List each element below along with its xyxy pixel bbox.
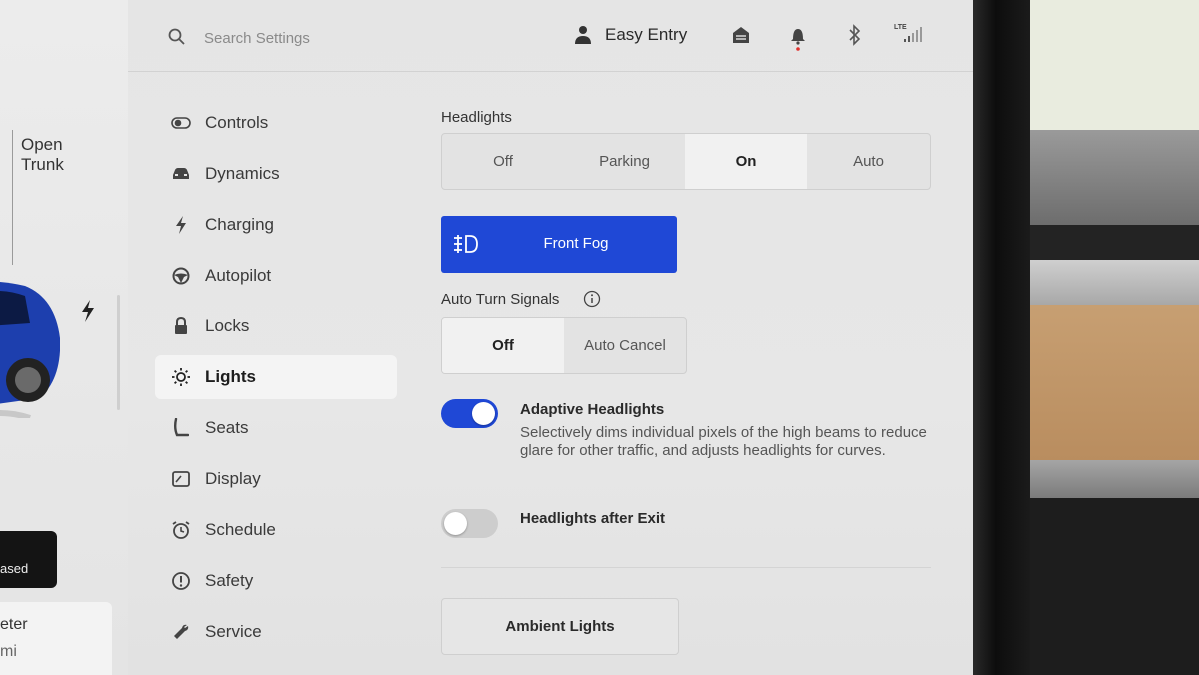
headlights-option-auto[interactable]: Auto bbox=[807, 134, 930, 189]
headlights-after-exit-toggle[interactable] bbox=[441, 509, 498, 538]
search-icon[interactable] bbox=[168, 28, 186, 46]
wrench-icon bbox=[168, 623, 194, 641]
release-button[interactable]: ased bbox=[0, 531, 57, 588]
headlights-option-off[interactable]: Off bbox=[442, 134, 564, 189]
sidebar-item-dynamics[interactable]: Dynamics bbox=[155, 152, 397, 196]
bluetooth-icon[interactable] bbox=[848, 24, 862, 46]
odometer-unit: mi bbox=[0, 643, 17, 660]
background-dashboard-vent bbox=[1030, 260, 1199, 305]
sidebar-item-safety[interactable]: Safety bbox=[155, 559, 397, 603]
sidebar-item-label: Safety bbox=[205, 571, 254, 590]
sidebar-item-display[interactable]: Display bbox=[155, 457, 397, 501]
lte-label: LTE bbox=[894, 24, 907, 31]
screen-bezel bbox=[973, 0, 1030, 675]
toggle-icon bbox=[168, 117, 194, 129]
car-panel-scrollbar[interactable] bbox=[117, 295, 120, 410]
background-wood-trim bbox=[1030, 305, 1199, 460]
background-window bbox=[1030, 0, 1199, 130]
sidebar-item-seats[interactable]: Seats bbox=[155, 406, 397, 450]
sidebar-item-service[interactable]: Service bbox=[155, 610, 397, 654]
seat-icon bbox=[168, 418, 194, 438]
background-dashboard-trim bbox=[1030, 130, 1199, 225]
driver-profile-name[interactable]: Easy Entry bbox=[605, 25, 687, 45]
charge-port-bolt-icon[interactable] bbox=[80, 300, 96, 322]
odometer-card[interactable]: eter mi bbox=[0, 602, 112, 675]
open-trunk-button[interactable]: Open Trunk bbox=[21, 135, 64, 175]
open-trunk-label-line2: Trunk bbox=[21, 155, 64, 174]
lte-signal-icon: LTE bbox=[894, 24, 922, 42]
headlights-option-parking[interactable]: Parking bbox=[564, 134, 685, 189]
alert-circle-icon bbox=[168, 571, 194, 591]
turn-signals-option-auto-cancel[interactable]: Auto Cancel bbox=[564, 318, 686, 373]
sidebar-item-schedule[interactable]: Schedule bbox=[155, 508, 397, 552]
sidebar-item-label: Display bbox=[205, 469, 261, 488]
settings-top-bar: Easy Entry LTE bbox=[128, 0, 973, 72]
release-label: ased bbox=[0, 561, 29, 576]
sidebar-item-label: Locks bbox=[205, 316, 250, 335]
background-dashboard-gap bbox=[1030, 225, 1199, 260]
ambient-lights-button[interactable]: Ambient Lights bbox=[441, 598, 679, 655]
odometer-label: eter bbox=[0, 616, 28, 633]
sidebar-item-lights[interactable]: Lights bbox=[155, 355, 397, 399]
headlights-label: Headlights bbox=[441, 109, 512, 126]
front-fog-label: Front Fog bbox=[543, 235, 609, 252]
toggle-knob bbox=[472, 402, 495, 425]
search-input[interactable] bbox=[204, 25, 464, 51]
open-trunk-label-line1: Open bbox=[21, 135, 63, 154]
sidebar-item-label: Charging bbox=[205, 215, 274, 234]
auto-turn-signals-segmented-control: Off Auto Cancel bbox=[441, 317, 687, 374]
car-icon bbox=[168, 167, 194, 181]
car-image bbox=[0, 282, 60, 418]
car-status-panel: Open Trunk ased eter mi bbox=[0, 0, 128, 675]
background-dashboard-base bbox=[1030, 498, 1199, 675]
background-dashboard-trim-lower bbox=[1030, 460, 1199, 498]
sidebar-item-locks[interactable]: Locks bbox=[155, 304, 397, 348]
sidebar-item-label: Lights bbox=[205, 367, 256, 386]
adaptive-headlights-toggle[interactable] bbox=[441, 399, 498, 428]
headlights-segmented-control: Off Parking On Auto bbox=[441, 133, 931, 190]
sidebar-item-autopilot[interactable]: Autopilot bbox=[155, 254, 397, 298]
bolt-icon bbox=[168, 216, 194, 234]
sidebar-item-label: Controls bbox=[205, 113, 269, 132]
adaptive-headlights-description: Selectively dims individual pixels of th… bbox=[520, 424, 927, 459]
sidebar-item-label: Schedule bbox=[205, 520, 276, 539]
sidebar-item-label: Dynamics bbox=[205, 164, 280, 183]
settings-panel: Easy Entry LTE Controls bbox=[128, 0, 973, 675]
headlights-after-exit-title: Headlights after Exit bbox=[520, 510, 666, 527]
garage-home-icon[interactable] bbox=[731, 25, 751, 45]
trunk-indicator-line bbox=[12, 130, 13, 265]
auto-turn-signals-label: Auto Turn Signals bbox=[441, 291, 560, 308]
sidebar-item-label: Autopilot bbox=[205, 266, 272, 285]
lock-icon bbox=[168, 317, 194, 335]
steering-wheel-icon bbox=[168, 267, 194, 285]
display-icon bbox=[168, 471, 194, 487]
sidebar-item-label: Seats bbox=[205, 418, 249, 437]
sun-icon bbox=[168, 367, 194, 387]
headlights-option-on[interactable]: On bbox=[685, 134, 807, 189]
profile-icon[interactable] bbox=[574, 25, 592, 45]
toggle-knob bbox=[444, 512, 467, 535]
adaptive-headlights-title: Adaptive Headlights bbox=[520, 401, 665, 418]
info-icon[interactable] bbox=[583, 290, 601, 308]
sidebar-item-controls[interactable]: Controls bbox=[155, 101, 397, 145]
section-divider bbox=[441, 567, 931, 568]
front-fog-button[interactable]: Front Fog bbox=[441, 216, 677, 273]
sidebar-item-charging[interactable]: Charging bbox=[155, 203, 397, 247]
alarm-clock-icon bbox=[168, 520, 194, 540]
turn-signals-option-off[interactable]: Off bbox=[442, 318, 564, 373]
notification-bell-icon[interactable] bbox=[790, 25, 806, 53]
sidebar-item-label: Service bbox=[205, 622, 262, 641]
